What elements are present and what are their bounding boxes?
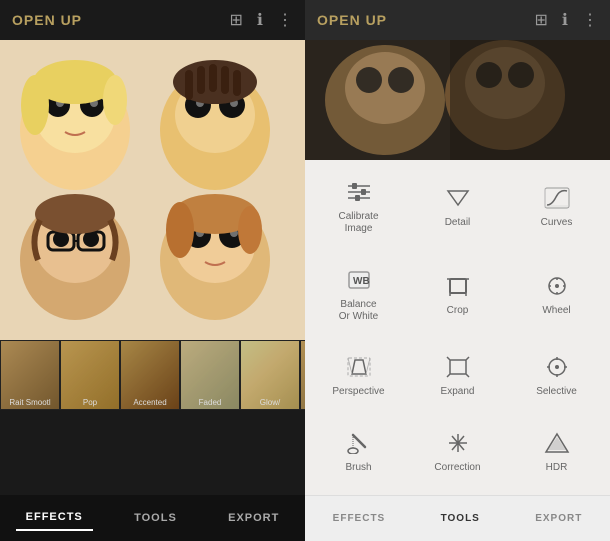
- tools-button[interactable]: TOOLS: [124, 506, 187, 530]
- sliders-icon: [346, 181, 372, 207]
- thumb-4-label: Faded: [183, 398, 237, 407]
- right-more-icon[interactable]: ⋮: [582, 10, 598, 30]
- triangle-down-icon: [445, 187, 471, 213]
- thumb-1[interactable]: Rait Smootl: [0, 340, 60, 410]
- calibrate-label: CalibrateImage: [338, 211, 378, 235]
- thumb-5-label: Glow/: [243, 398, 297, 407]
- brush-icon: [346, 432, 372, 458]
- thumb-6[interactable]: M: [300, 340, 305, 410]
- right-preview-image: [305, 40, 610, 160]
- hdr-icon: [544, 432, 570, 458]
- right-layers-icon[interactable]: ⊞: [535, 10, 548, 30]
- left-top-bar: OPEN UP ⊞ ℹ ⋮: [0, 0, 305, 40]
- thumb-6-label: M: [303, 398, 305, 407]
- brush-label: Brush: [345, 462, 371, 474]
- right-bottom-toolbar: EFFECTS TOOLS EXPORT: [305, 495, 610, 541]
- perspective-label: Perspective: [332, 386, 384, 398]
- crop-tool[interactable]: Crop: [408, 252, 507, 340]
- detail-tool[interactable]: Detail: [408, 164, 507, 252]
- image-svg: [0, 40, 305, 340]
- calibrate-tool[interactable]: CalibrateImage: [309, 164, 408, 252]
- correction-tool[interactable]: Correction: [408, 415, 507, 491]
- brush-tool[interactable]: Brush: [309, 415, 408, 491]
- thumb-1-label: Rait Smootl: [3, 398, 57, 407]
- expand-icon: [445, 356, 471, 382]
- whitebalance-tool[interactable]: WB BalanceOr White: [309, 252, 408, 340]
- right-preview: [305, 40, 610, 160]
- left-panel: OPEN UP ⊞ ℹ ⋮: [0, 0, 305, 541]
- wheel-tool[interactable]: Wheel: [507, 252, 606, 340]
- tools-grid: CalibrateImage Detail Curves: [305, 160, 610, 495]
- curves-tool[interactable]: Curves: [507, 164, 606, 252]
- left-bottom-toolbar: Effects TOOLS EXPORT: [0, 495, 305, 541]
- thumbnail-strip: Rait Smootl Pop Accented Faded Glow/ M: [0, 340, 305, 410]
- right-top-bar: OPEN UP ⊞ ℹ ⋮: [305, 0, 610, 40]
- selective-label: Selective: [536, 386, 577, 398]
- wb-icon: WB: [346, 269, 372, 295]
- image-content: [0, 40, 305, 340]
- right-effects-button[interactable]: EFFECTS: [325, 507, 394, 530]
- selective-tool[interactable]: Selective: [507, 340, 606, 416]
- perspective-icon: [346, 356, 372, 382]
- info-icon[interactable]: ℹ: [257, 10, 263, 30]
- thumb-3[interactable]: Accented: [120, 340, 180, 410]
- thumb-4[interactable]: Faded: [180, 340, 240, 410]
- thumb-3-label: Accented: [123, 398, 177, 407]
- hdr-label: HDR: [546, 462, 568, 474]
- right-app-title: OPEN UP: [317, 12, 387, 28]
- more-icon[interactable]: ⋮: [277, 10, 293, 30]
- left-top-icons: ⊞ ℹ ⋮: [230, 10, 293, 30]
- effects-button[interactable]: Effects: [16, 505, 93, 531]
- perspective-tool[interactable]: Perspective: [309, 340, 408, 416]
- export-button[interactable]: EXPORT: [218, 506, 289, 530]
- curves-label: Curves: [541, 217, 573, 229]
- crop-label: Crop: [447, 305, 469, 317]
- main-image: [0, 40, 305, 340]
- layers-icon[interactable]: ⊞: [230, 10, 243, 30]
- thumb-2[interactable]: Pop: [60, 340, 120, 410]
- whitebalance-label: BalanceOr White: [339, 299, 378, 323]
- right-image-svg: [305, 40, 610, 160]
- thumb-5[interactable]: Glow/: [240, 340, 300, 410]
- hdr-tool[interactable]: HDR: [507, 415, 606, 491]
- right-tools-button[interactable]: TOOLS: [433, 507, 488, 530]
- detail-label: Detail: [445, 217, 471, 229]
- right-panel: OPEN UP ⊞ ℹ ⋮: [305, 0, 610, 541]
- correction-label: Correction: [434, 462, 480, 474]
- curves-icon: [544, 187, 570, 213]
- right-top-icons: ⊞ ℹ ⋮: [535, 10, 598, 30]
- crop-icon: [445, 275, 471, 301]
- selective-icon: [544, 356, 570, 382]
- wheel-icon: [544, 275, 570, 301]
- correction-icon: [445, 432, 471, 458]
- svg-text:WB: WB: [353, 276, 370, 287]
- left-app-title: OPEN UP: [12, 12, 82, 28]
- right-export-button[interactable]: EXPORT: [527, 507, 590, 530]
- right-info-icon[interactable]: ℹ: [562, 10, 568, 30]
- expand-tool[interactable]: Expand: [408, 340, 507, 416]
- wheel-label: Wheel: [542, 305, 570, 317]
- expand-label: Expand: [441, 386, 475, 398]
- thumb-2-label: Pop: [63, 398, 117, 407]
